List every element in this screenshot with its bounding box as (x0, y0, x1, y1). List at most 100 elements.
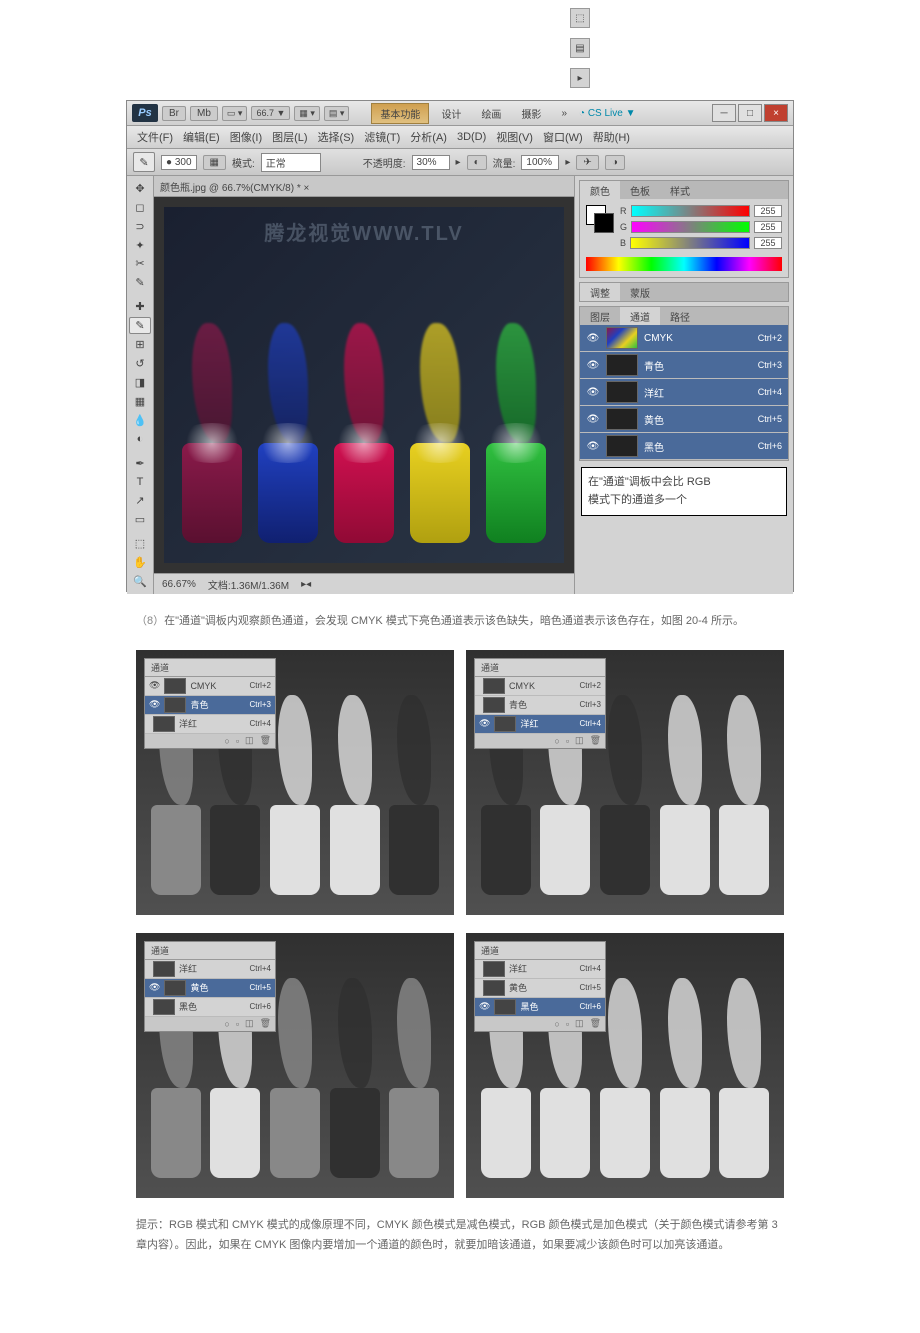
mini-channel-magenta[interactable]: 洋红Ctrl+4 (145, 715, 275, 734)
adjustments-tab[interactable]: 调整 (580, 283, 620, 301)
menu-edit[interactable]: 编辑(E) (179, 127, 224, 147)
channel-cmyk[interactable]: 👁CMYKCtrl+2 (580, 325, 788, 352)
workspace-more[interactable]: » (553, 106, 575, 121)
cslive-button[interactable]: ◔ CS Live ▼ (579, 108, 636, 119)
canvas[interactable]: 腾龙视觉WWW.TLV (154, 197, 574, 573)
masks-tab[interactable]: 蒙版 (620, 283, 660, 301)
screen-mode-button[interactable]: ▭ ▾ (222, 106, 248, 121)
mini-tab[interactable]: 通道 (475, 942, 605, 960)
close-button[interactable]: × (764, 104, 788, 122)
r-slider[interactable] (631, 205, 751, 217)
color-swatch[interactable] (586, 205, 614, 233)
mini-channel-cyan[interactable]: 青色Ctrl+3 (475, 696, 605, 715)
crop-tool[interactable]: ✂ (129, 255, 151, 272)
channel-magenta[interactable]: 👁洋红Ctrl+4 (580, 379, 788, 406)
spectrum-bar[interactable] (586, 257, 782, 271)
healing-tool[interactable]: ✚ (129, 298, 151, 315)
eyedropper-tool[interactable]: ✎ (129, 274, 151, 291)
eye-icon[interactable]: 👁 (586, 439, 600, 453)
minimize-button[interactable]: ─ (712, 104, 736, 122)
mini-tab[interactable]: 通道 (145, 942, 275, 960)
path-tool[interactable]: ↗ (129, 492, 151, 509)
layers-tab[interactable]: 图层 (580, 307, 620, 325)
minibridge-button[interactable]: Mb (190, 106, 218, 121)
color-tab[interactable]: 颜色 (580, 181, 620, 199)
bridge-button[interactable]: Br (162, 106, 186, 121)
r-value[interactable]: 255 (754, 205, 782, 217)
menu-3d[interactable]: 3D(D) (453, 129, 490, 145)
zoom-status[interactable]: 66.67% (162, 579, 196, 590)
airbrush-icon[interactable]: ✈ (576, 155, 598, 170)
mode-select[interactable]: 正常 (261, 153, 321, 172)
menu-image[interactable]: 图像(I) (226, 127, 266, 147)
3d-tool[interactable]: ⬚ (129, 535, 151, 552)
channel-black[interactable]: 👁黑色Ctrl+6 (580, 433, 788, 460)
hand-tool[interactable]: ✋ (129, 554, 151, 571)
view-extras-button[interactable]: ▤ ▾ (324, 106, 350, 121)
channel-cyan[interactable]: 👁青色Ctrl+3 (580, 352, 788, 379)
brush-tool[interactable]: ✎ (129, 317, 151, 334)
mini-tab[interactable]: 通道 (475, 659, 605, 677)
eye-icon[interactable]: 👁 (586, 331, 600, 345)
document-tab[interactable]: 颜色瓶.jpg @ 66.7%(CMYK/8) * × (154, 176, 574, 197)
menu-filter[interactable]: 滤镜(T) (360, 127, 404, 147)
history-icon[interactable]: ⬚ (570, 8, 590, 28)
arrange-button[interactable]: ▦ ▾ (294, 106, 320, 121)
menu-analysis[interactable]: 分析(A) (406, 127, 451, 147)
opacity-arrow[interactable]: ▸ (456, 157, 461, 168)
menu-file[interactable]: 文件(F) (133, 127, 177, 147)
zoom-tool[interactable]: 🔍 (129, 573, 151, 590)
gradient-tool[interactable]: ▦ (129, 393, 151, 410)
stamp-tool[interactable]: ⊞ (129, 336, 151, 353)
maximize-button[interactable]: □ (738, 104, 762, 122)
mini-tab[interactable]: 通道 (145, 659, 275, 677)
tablet-size-icon[interactable]: ◑ (605, 155, 625, 170)
opacity-input[interactable]: 30% (412, 155, 450, 170)
current-tool-icon[interactable]: ✎ (133, 152, 155, 172)
brush-panel-toggle[interactable]: ▦ (203, 155, 226, 170)
mini-channel-cmyk[interactable]: CMYKCtrl+2 (475, 677, 605, 696)
wand-tool[interactable]: ✦ (129, 237, 151, 254)
b-value[interactable]: 255 (754, 237, 782, 249)
g-slider[interactable] (631, 221, 750, 233)
menu-help[interactable]: 帮助(H) (589, 127, 634, 147)
save-icon[interactable]: ▫ (236, 736, 239, 746)
styles-tab[interactable]: 样式 (660, 181, 700, 199)
channels-tab[interactable]: 通道 (620, 307, 660, 325)
channel-yellow[interactable]: 👁黄色Ctrl+5 (580, 406, 788, 433)
eye-icon[interactable]: 👁 (586, 358, 600, 372)
properties-icon[interactable]: ▸ (570, 68, 590, 88)
save-icon[interactable]: ▫ (566, 1019, 569, 1029)
trash-icon[interactable]: 🗑 (590, 735, 601, 746)
new-icon[interactable]: ○ (554, 736, 559, 746)
menu-window[interactable]: 窗口(W) (539, 127, 587, 147)
eye-icon[interactable]: 👁 (586, 412, 600, 426)
dodge-tool[interactable]: ◐ (129, 430, 151, 447)
trash-icon[interactable]: 🗑 (260, 735, 271, 746)
eraser-tool[interactable]: ◨ (129, 374, 151, 391)
page-icon[interactable]: ◫ (245, 1018, 254, 1029)
mini-channel-magenta[interactable]: 洋红Ctrl+4 (145, 960, 275, 979)
mini-channel-magenta[interactable]: 洋红Ctrl+4 (475, 960, 605, 979)
flow-arrow[interactable]: ▸ (565, 157, 570, 168)
blur-tool[interactable]: 💧 (129, 412, 151, 429)
g-value[interactable]: 255 (754, 221, 782, 233)
move-tool[interactable]: ✥ (129, 180, 151, 197)
mini-channel-yellow[interactable]: 黄色Ctrl+5 (475, 979, 605, 998)
mini-channel-black[interactable]: 黑色Ctrl+6 (145, 998, 275, 1017)
history-brush-tool[interactable]: ↺ (129, 355, 151, 372)
page-icon[interactable]: ◫ (575, 735, 584, 746)
swatches-tab[interactable]: 色板 (620, 181, 660, 199)
flow-input[interactable]: 100% (521, 155, 559, 170)
new-icon[interactable]: ○ (224, 1019, 229, 1029)
mini-channel-cmyk[interactable]: 👁CMYKCtrl+2 (145, 677, 275, 696)
brush-preset[interactable]: ● 300 (161, 155, 197, 170)
page-icon[interactable]: ◫ (575, 1018, 584, 1029)
tablet-opacity-icon[interactable]: ◐ (467, 155, 487, 170)
trash-icon[interactable]: 🗑 (260, 1018, 271, 1029)
actions-icon[interactable]: ▤ (570, 38, 590, 58)
workspace-tab-essentials[interactable]: 基本功能 (371, 103, 429, 124)
save-icon[interactable]: ▫ (236, 1019, 239, 1029)
new-icon[interactable]: ○ (224, 736, 229, 746)
menu-select[interactable]: 选择(S) (314, 127, 359, 147)
